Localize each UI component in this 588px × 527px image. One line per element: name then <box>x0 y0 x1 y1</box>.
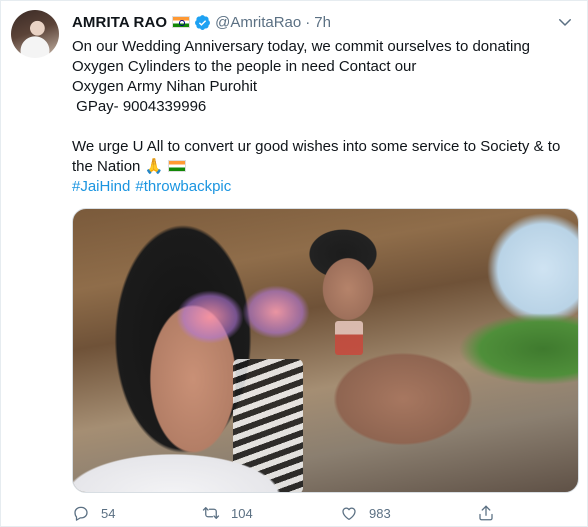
tweet-text-line: Oxygen Army Nihan Purohit <box>72 78 258 95</box>
share-icon <box>479 505 493 521</box>
tweet-header: AMRITA RAO @AmritaRao · 7h <box>72 11 331 33</box>
verified-badge-icon <box>195 14 211 30</box>
reply-icon <box>74 506 88 521</box>
tweet-card[interactable]: AMRITA RAO @AmritaRao · 7h On our Weddin… <box>0 0 588 527</box>
author-name[interactable]: AMRITA RAO <box>72 14 167 31</box>
tweet-photo[interactable] <box>72 208 579 493</box>
tweet-text-line: We urge U All to convert ur good wishes … <box>72 138 561 155</box>
tweet-text-line <box>72 117 572 137</box>
india-flag-icon <box>172 16 191 28</box>
tweet-text-line: GPay- 9004339996 <box>72 98 207 115</box>
tweet-actions: 54 104 983 <box>72 504 502 526</box>
tweet-timestamp[interactable]: 7h <box>314 14 331 31</box>
chevron-down-icon[interactable] <box>556 13 574 31</box>
photo-drink-glass <box>335 321 363 355</box>
reply-button[interactable]: 54 <box>72 504 115 522</box>
tweet-text-line-last: the Nation 🙏 <box>72 157 572 177</box>
hashtag-line: #JaiHind #throwbackpic <box>72 177 572 197</box>
retweet-count: 104 <box>231 505 253 521</box>
avatar[interactable] <box>11 10 59 58</box>
tweet-text-fragment: the Nation 🙏 <box>72 158 164 175</box>
india-flag-icon <box>168 160 187 172</box>
heart-icon <box>342 507 356 521</box>
retweet-icon <box>202 507 220 519</box>
photo-shirt <box>73 422 303 492</box>
tweet-text-line: Oxygen Cylinders to the people in need C… <box>72 58 417 75</box>
hashtag-throwbackpic[interactable]: #throwbackpic <box>135 178 231 195</box>
share-button[interactable] <box>477 504 495 522</box>
tweet-text: On our Wedding Anniversary today, we com… <box>72 37 572 197</box>
author-handle[interactable]: @AmritaRao <box>215 14 301 31</box>
tweet-text-line: On our Wedding Anniversary today, we com… <box>72 38 531 55</box>
retweet-button[interactable]: 104 <box>202 504 253 522</box>
separator-dot: · <box>305 13 311 31</box>
hashtag-jaihind[interactable]: #JaiHind <box>72 178 130 195</box>
reply-count: 54 <box>101 505 116 521</box>
like-button[interactable]: 983 <box>340 504 391 522</box>
like-count: 983 <box>369 505 391 521</box>
